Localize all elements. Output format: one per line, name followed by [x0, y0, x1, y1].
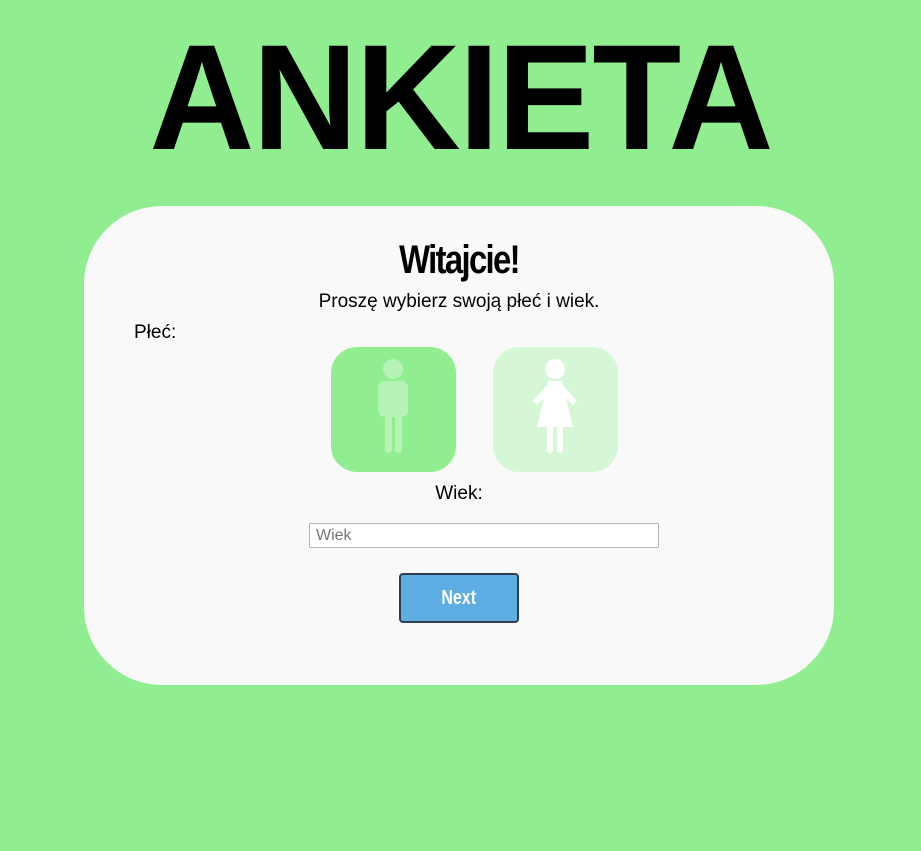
male-icon	[378, 359, 408, 453]
male-option-button[interactable]	[331, 347, 456, 472]
female-option-button[interactable]	[493, 347, 618, 472]
age-input[interactable]	[309, 523, 659, 548]
female-icon	[533, 359, 577, 453]
next-button[interactable]: Next	[399, 573, 519, 623]
welcome-heading: Witajcie!	[399, 238, 520, 282]
next-button-label: Next	[441, 586, 477, 609]
page: ANKIETA Witajcie! Proszę wybierz swoją p…	[0, 0, 921, 851]
site-title: ANKIETA	[149, 13, 773, 181]
age-label: Wiek:	[435, 483, 483, 504]
gender-label: Płeć:	[134, 322, 177, 343]
instruction-text: Proszę wybierz swoją płeć i wiek.	[318, 291, 600, 312]
survey-card: Witajcie! Proszę wybierz swoją płeć i wi…	[84, 206, 834, 685]
